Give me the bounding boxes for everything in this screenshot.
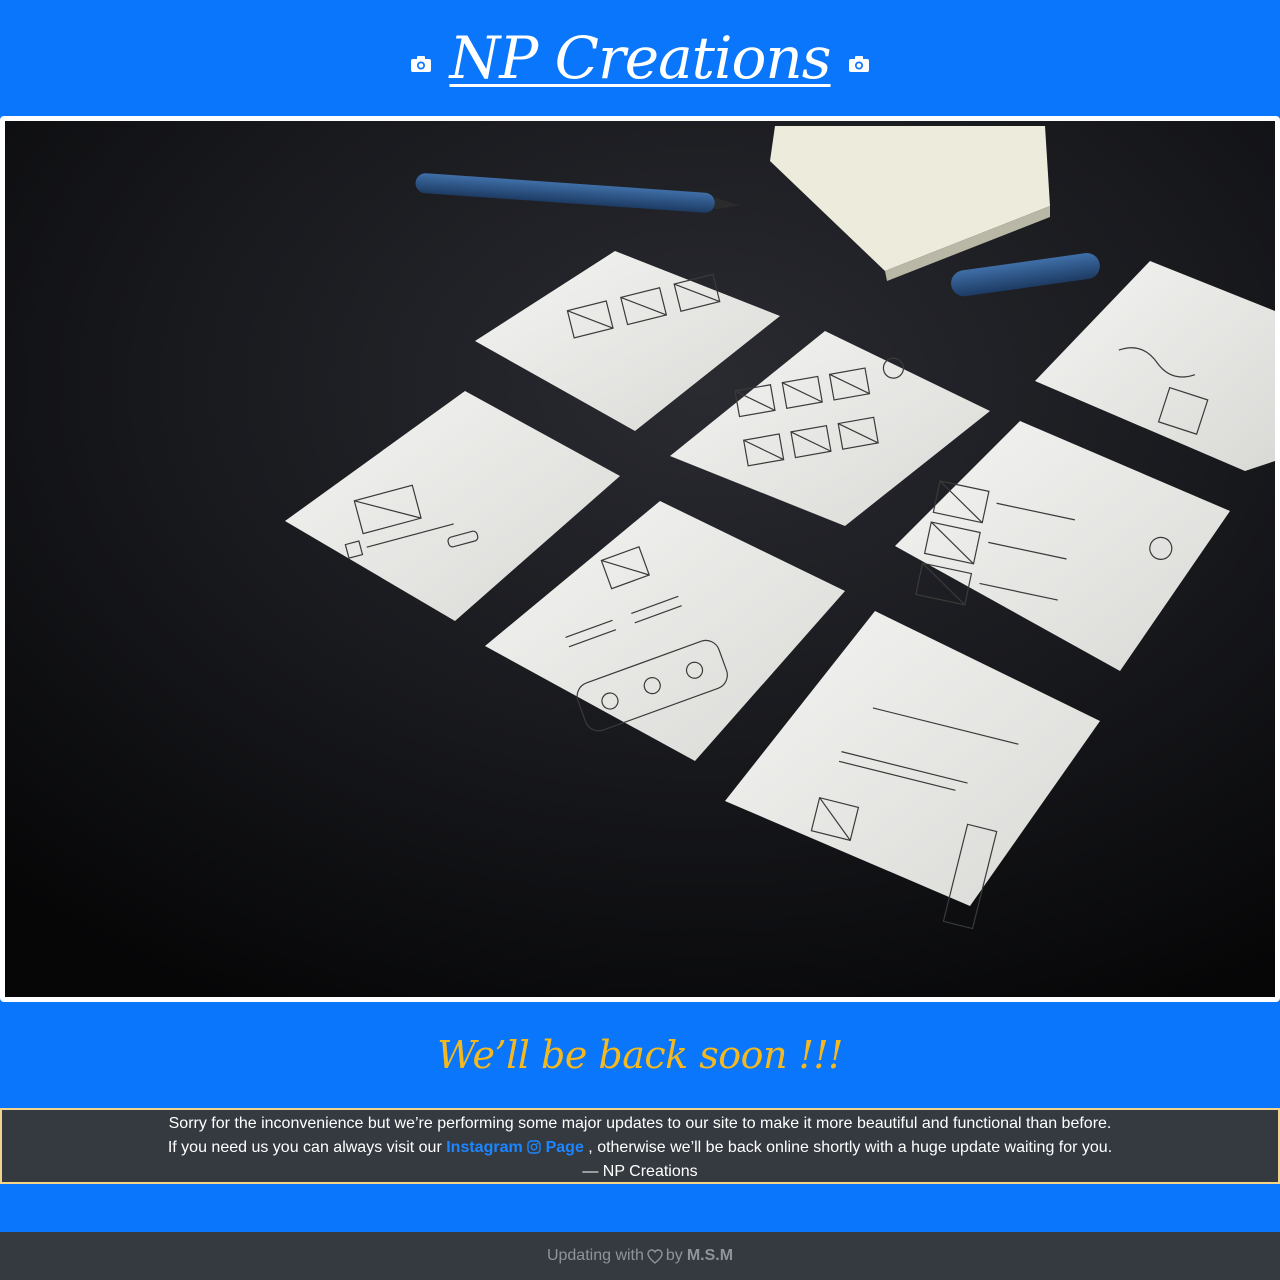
message-line-2-prefix: If you need us you can always visit our (167, 1139, 442, 1156)
instagram-page-link[interactable]: Instagram Page (446, 1139, 588, 1156)
site-header: NP Creations (0, 0, 1280, 116)
footer-by: by (665, 1247, 683, 1264)
message-line-2: If you need us you can always visit our … (2, 1136, 1278, 1160)
page-link-word: Page (545, 1139, 584, 1156)
footer-author: M.S.M (686, 1247, 734, 1264)
site-title-link[interactable]: NP Creations (449, 29, 831, 87)
heart-icon (647, 1248, 663, 1264)
hero-image (0, 116, 1280, 1002)
brand: NP Creations (411, 29, 869, 87)
instagram-icon (527, 1140, 541, 1154)
maintenance-message: Sorry for the inconvenience but we’re pe… (0, 1108, 1280, 1184)
message-line-1: Sorry for the inconvenience but we’re pe… (168, 1115, 1112, 1132)
sticky-notes-photo (5, 121, 1275, 997)
footer-prefix: Updating with (546, 1247, 644, 1264)
message-line-2-suffix: , otherwise we’ll be back online shortly… (588, 1139, 1113, 1156)
back-soon-section: We’ll be back soon !!! (0, 1002, 1280, 1108)
camera-icon (848, 56, 869, 72)
camera-icon (411, 56, 432, 72)
site-footer: Updating with by M.S.M (0, 1232, 1280, 1280)
instagram-link-word: Instagram (446, 1139, 523, 1156)
back-soon-heading: We’ll be back soon !!! (437, 1033, 843, 1077)
maintenance-page: NP Creations We’ll be back soon !!! Sorr… (0, 0, 1280, 1280)
message-signature: — NP Creations (582, 1163, 698, 1180)
